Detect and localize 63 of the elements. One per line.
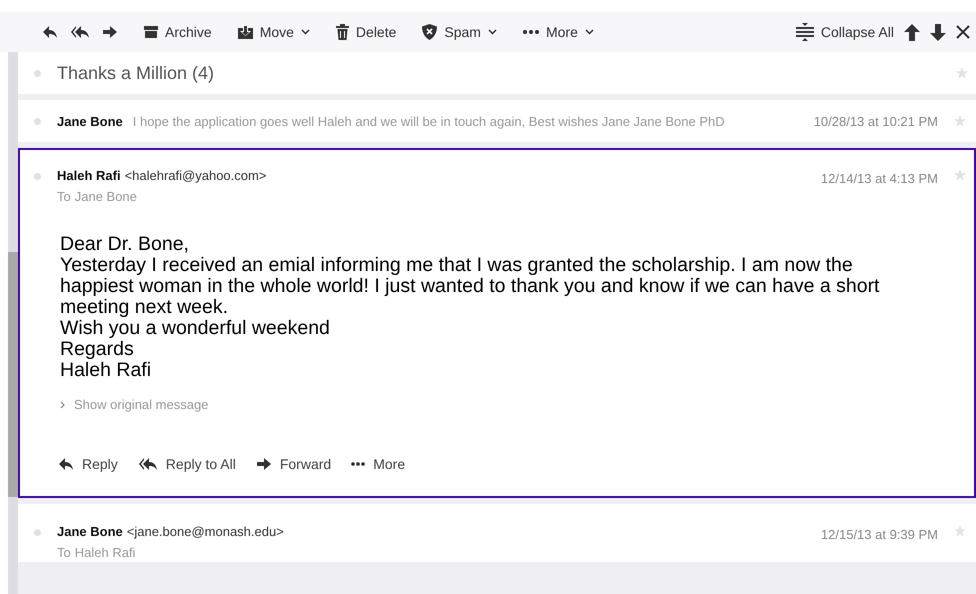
close-button[interactable] [954,23,972,41]
collapse-all-button[interactable]: Collapse All [794,21,896,43]
collapse-icon [796,23,814,41]
forward-button[interactable]: Forward [256,456,332,472]
move-button[interactable]: Move [236,22,312,42]
body-text: Haleh Rafi [60,360,152,381]
archive-button[interactable]: Archive [142,22,214,42]
reply-button[interactable]: Reply [58,456,118,472]
more-button[interactable]: More [351,456,406,472]
chevron-right-icon [60,400,65,408]
message-time: 12/15/13 at 9:39 PM [820,527,938,542]
scrollbar-thumb[interactable] [8,252,18,497]
thread-title: Thanks a Million (4) [57,62,214,84]
recipient-name: Haleh Rafi [74,545,136,560]
to-label: To [57,545,71,560]
sender-name: Jane Bone [57,524,123,539]
tray-down-icon [238,24,253,40]
sender-email: <jane.bone@monash.edu> [126,524,284,539]
trash-icon [336,24,349,40]
message-row[interactable]: Jane Bone I hope the application goes well Haleh and we will be in touch again, Best wishes Jane Jane Bone PhD 10/28/13 at 10:21 PM [18,100,976,142]
unread-dot [34,70,41,76]
star-icon[interactable] [956,67,968,79]
body-text: Wish you a wonderful weekend [60,318,331,339]
chevron-down-icon [584,29,594,35]
sender-name: Haleh Rafi [57,168,121,183]
archive-icon [144,25,158,39]
next-button[interactable] [928,22,948,42]
to-label: To [57,189,71,204]
arrow-down-icon [930,24,946,40]
message-time: 12/14/13 at 4:13 PM [820,171,938,186]
delete-button[interactable]: Delete [334,22,398,42]
reply-all-button[interactable]: Reply to All [138,456,236,472]
previous-button[interactable] [902,22,922,42]
recipient-name: Jane Bone [74,189,137,204]
star-icon[interactable] [954,169,966,181]
forward-icon [256,457,272,471]
sender-email: <halehrafi@yahoo.com> [124,168,266,183]
unread-dot [34,118,41,124]
unread-dot [34,173,41,180]
more-icon [351,462,366,466]
reply-icon [58,457,74,471]
close-icon [956,25,970,39]
body-text: Yesterday I received an emial informing me that I was granted the scholarship. I am now the happiest woman in the whole world! I just wanted to thank you and know if we can have a short meeting next week. [60,255,880,318]
shield-icon [422,24,438,40]
star-icon[interactable] [954,525,966,537]
reply-icon [42,25,58,39]
reply-all-icon [138,457,158,471]
unread-dot [34,529,41,536]
more-icon [522,30,539,34]
forward-icon [102,25,118,39]
arrow-up-icon [904,24,920,40]
message-time: 10/28/13 at 10:21 PM [814,114,938,128]
spam-button[interactable]: Spam [420,22,499,42]
chevron-down-icon [300,29,310,35]
message-preview: I hope the application goes well Haleh and we will be in touch again, Best wishes Jane Jane Bone PhD [132,114,725,128]
body-text: Regards [60,339,135,360]
more-button[interactable]: More [520,22,596,42]
sender-name: Jane Bone [57,114,123,128]
star-icon[interactable] [954,115,966,127]
chevron-down-icon [488,29,497,35]
body-text: Dear Dr. Bone, [60,234,190,255]
reply-all-icon [70,25,90,39]
scrollbar[interactable] [8,52,18,594]
